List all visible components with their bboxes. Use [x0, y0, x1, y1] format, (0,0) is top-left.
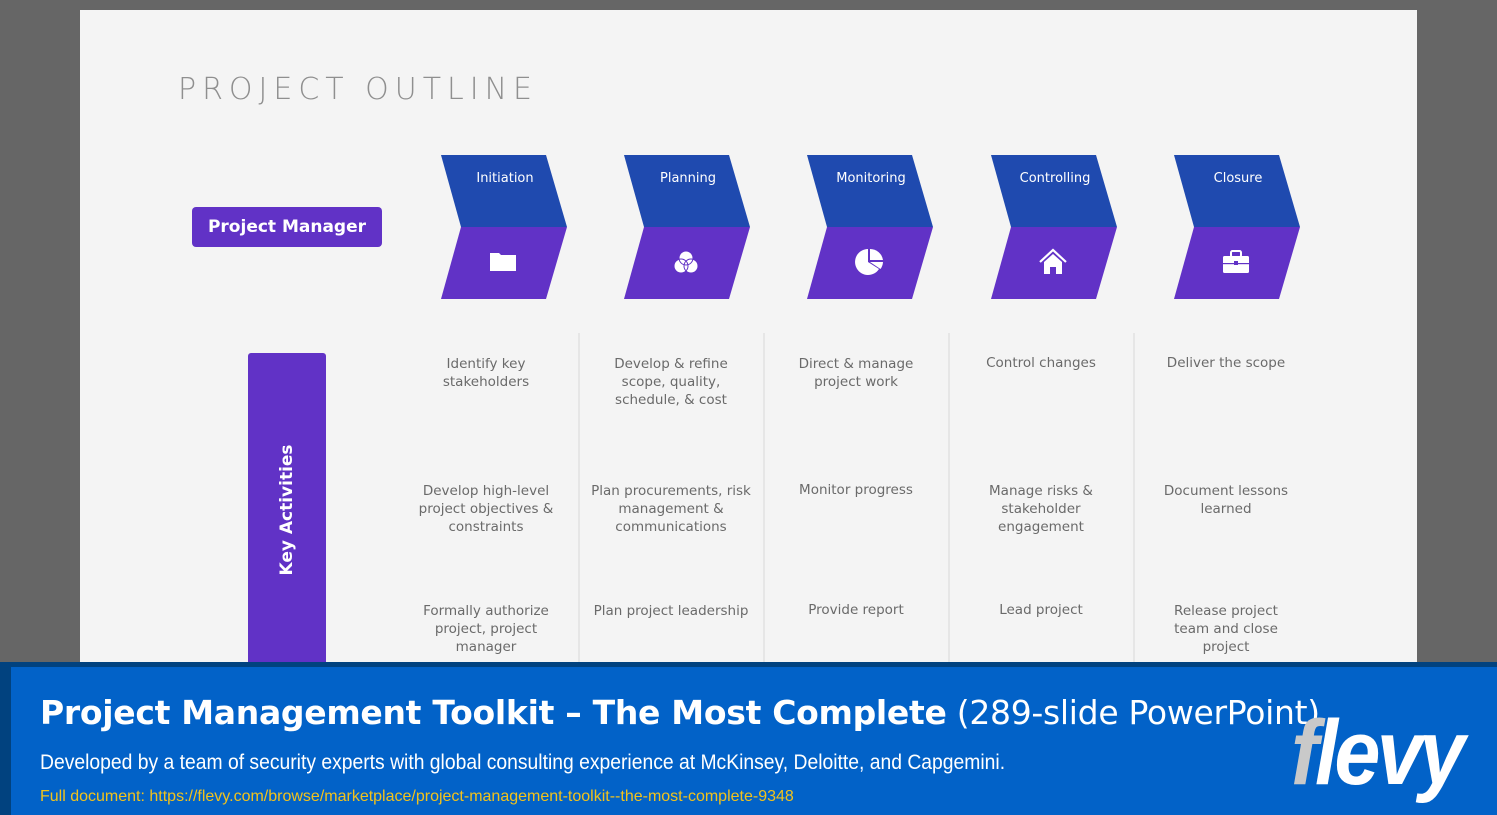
activity-item: Release project team and close project — [1174, 603, 1278, 655]
column-divider — [948, 333, 950, 673]
phase-label: Monitoring — [836, 171, 906, 186]
slide: PROJECT OUTLINE Project Manager Initiati… — [80, 10, 1417, 683]
project-manager-badge: Project Manager — [192, 207, 382, 247]
phase-closure: Closure — [1174, 155, 1300, 299]
activity-item: Develop & refine scope, quality, schedul… — [614, 356, 728, 408]
activity-item: Develop high-level project objectives & … — [418, 483, 554, 535]
column-divider — [1133, 333, 1135, 673]
pie-chart-icon — [855, 248, 883, 276]
activity-item: Manage risks & stakeholder engagement — [989, 483, 1093, 535]
banner-title-main: Project Management Toolkit – The Most Co… — [40, 693, 947, 732]
promo-banner-body: Project Management Toolkit – The Most Co… — [11, 667, 1497, 815]
banner-title: Project Management Toolkit – The Most Co… — [40, 693, 1320, 732]
briefcase-icon — [1222, 248, 1250, 276]
activity-item: Document lessons learned — [1163, 483, 1289, 517]
phase-initiation: Initiation — [441, 155, 567, 299]
activity-item: Formally authorize project, project mana… — [423, 603, 549, 655]
activity-item: Plan procurements, risk management & com… — [591, 483, 751, 535]
activity-item: Provide report — [808, 602, 904, 618]
phase-label: Initiation — [476, 171, 534, 186]
key-activities-bar: Key Activities — [248, 353, 326, 683]
activity-item: Direct & manage project work — [798, 356, 914, 390]
folder-icon — [489, 248, 517, 276]
phase-label: Controlling — [1019, 171, 1091, 186]
banner-title-suffix: (289-slide PowerPoint) — [946, 693, 1320, 732]
logo-rest: levy — [1314, 702, 1465, 804]
activity-item: Deliver the scope — [1166, 355, 1286, 371]
logo-f: f — [1291, 702, 1319, 804]
column-divider — [763, 333, 765, 673]
key-activities-label: Key Activities — [277, 444, 297, 576]
phase-planning: Planning — [624, 155, 750, 299]
activity-item: Control changes — [986, 355, 1096, 371]
promo-banner: Project Management Toolkit – The Most Co… — [0, 662, 1497, 815]
home-icon — [1039, 248, 1067, 276]
flevy-logo[interactable]: flevy — [1291, 705, 1471, 801]
phase-monitoring: Monitoring — [807, 155, 933, 299]
activity-item: Monitor progress — [799, 482, 913, 498]
banner-subtitle: Developed by a team of security experts … — [40, 751, 1006, 774]
column-divider — [578, 333, 580, 673]
activity-item: Identify key stakeholders — [442, 356, 530, 390]
activity-item: Lead project — [999, 602, 1083, 618]
phase-controlling: Controlling — [991, 155, 1117, 299]
phase-label: Planning — [660, 171, 716, 186]
full-document-link[interactable]: Full document: https://flevy.com/browse/… — [40, 788, 794, 806]
phase-label: Closure — [1213, 171, 1263, 186]
slide-title: PROJECT OUTLINE — [178, 72, 539, 107]
activity-item: Plan project leadership — [593, 603, 749, 619]
venn-diagram-icon — [672, 248, 700, 276]
